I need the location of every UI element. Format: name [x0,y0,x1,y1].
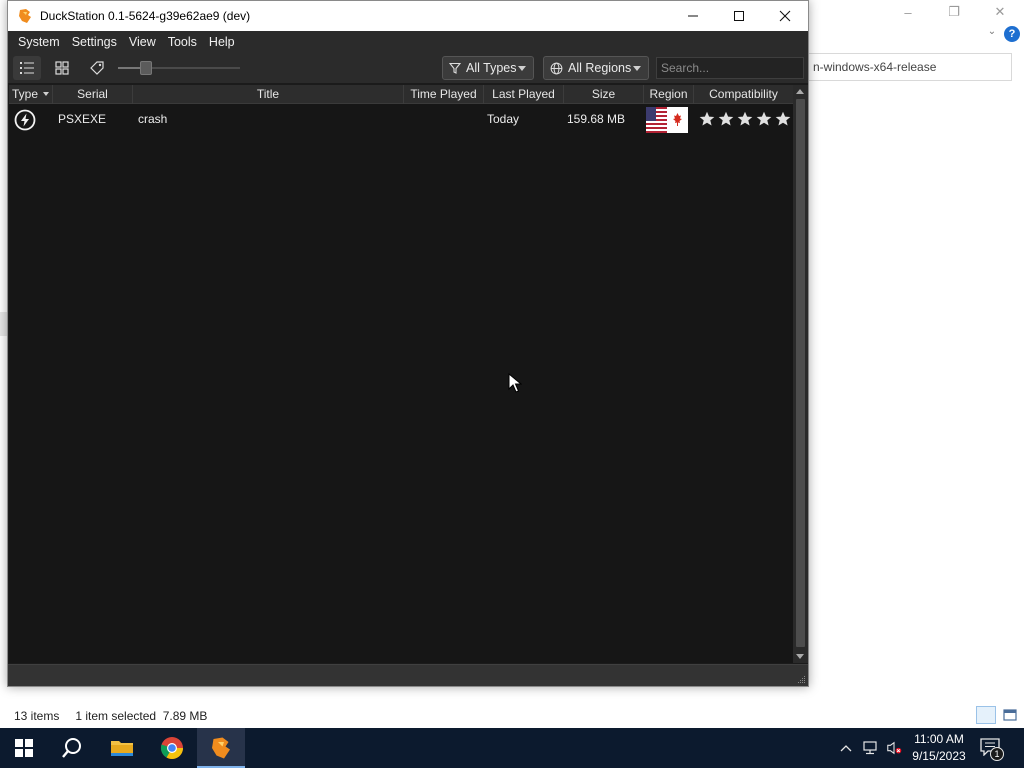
vertical-scrollbar[interactable] [793,85,808,663]
type-filter-select[interactable]: All Types [442,56,534,80]
table-header: Type Serial Title Time Played Last Playe… [9,85,793,104]
compatibility-rating [699,111,791,127]
details-view-button[interactable] [976,706,996,724]
row-serial: PSXEXE [58,112,107,126]
title-bar[interactable]: DuckStation 0.1-5624-g39e62ae9 (dev) [8,1,808,31]
clock-date: 9/15/2023 [912,749,966,763]
chevron-down-icon[interactable]: ⌄ [985,26,999,40]
column-header-size[interactable]: Size [564,85,644,104]
selection-info: 1 item selected 7.89 MB [75,709,208,723]
region-filter-value: All Regions [568,61,632,75]
network-icon[interactable] [862,740,878,756]
filter-icon [449,62,461,74]
grid-icon [55,61,69,75]
lightning-icon [14,109,36,131]
chevron-down-icon [633,66,641,71]
menu-tools[interactable]: Tools [162,31,203,53]
clock-time: 11:00 AM [914,732,964,746]
chrome-taskbar-button[interactable] [148,728,196,768]
zoom-slider-handle[interactable] [140,61,152,75]
search-button[interactable] [48,728,96,768]
star-icon [737,111,753,126]
bg-status-bar: 13 items 1 item selected 7.89 MB [0,704,1024,728]
list-view-button[interactable] [13,56,41,80]
grid-view-button[interactable] [48,56,76,80]
menu-help[interactable]: Help [203,31,241,53]
toolbar: All Types All Regions [8,53,808,83]
taskbar: 11:00 AM 9/15/2023 1 [0,728,1024,768]
view-toggle-group [976,706,1020,724]
star-icon [775,111,791,126]
column-header-title[interactable]: Title [133,85,404,104]
minimize-button[interactable] [670,1,716,31]
column-header-type[interactable]: Type [9,85,53,104]
globe-icon [550,62,563,74]
close-button[interactable] [762,1,808,31]
status-bar [8,664,808,686]
table-row[interactable]: PSXEXE crash Today 159.68 MB [9,105,793,133]
type-filter-value: All Types [466,61,517,75]
scroll-up-icon[interactable] [796,89,804,94]
window-title: DuckStation 0.1-5624-g39e62ae9 (dev) [40,9,251,23]
bg-close-button[interactable]: ✕ [977,0,1023,24]
menu-view[interactable]: View [123,31,162,53]
chrome-icon [160,737,183,759]
start-button[interactable] [0,728,48,768]
sort-down-icon [43,92,49,96]
column-header-serial[interactable]: Serial [53,85,133,104]
bg-minimize-button[interactable]: – [885,0,931,24]
duckstation-window: DuckStation 0.1-5624-g39e62ae9 (dev) Sys… [7,0,809,687]
search-icon [62,738,81,758]
notification-count-badge: 1 [990,747,1004,761]
large-icons-view-button[interactable] [1000,706,1020,724]
duckstation-taskbar-button[interactable] [197,728,245,768]
file-explorer-taskbar-button[interactable] [98,728,146,768]
duckstation-logo-icon [17,8,33,24]
tag-icon [90,61,104,75]
row-size: 159.68 MB [567,112,626,126]
star-icon [718,111,734,126]
chevron-down-icon [518,66,526,71]
region-filter-select[interactable]: All Regions [543,56,649,80]
help-icon[interactable]: ? [1004,26,1020,42]
column-header-region[interactable]: Region [644,85,694,104]
us-canada-flag-icon [646,107,688,133]
search-input[interactable] [656,57,804,79]
scrollbar-thumb[interactable] [796,99,805,647]
star-icon [756,111,772,126]
volume-muted-icon[interactable] [886,740,902,756]
zoom-slider[interactable] [118,61,240,75]
menu-bar: System Settings View Tools Help [8,31,808,53]
bg-restore-button[interactable]: ❐ [931,0,977,24]
windows-logo-icon [15,739,33,757]
scroll-down-icon[interactable] [796,654,804,659]
menu-settings[interactable]: Settings [66,31,123,53]
menu-system[interactable]: System [12,31,66,53]
game-list-table: Type Serial Title Time Played Last Playe… [9,85,793,663]
item-count: 13 items [14,709,60,723]
column-header-compatibility[interactable]: Compatibility [694,85,793,104]
show-hidden-icons-chevron-icon[interactable] [838,740,854,756]
star-icon [699,111,715,126]
bg-address-bar[interactable]: n-windows-x64-release [808,53,1012,81]
column-header-time-played[interactable]: Time Played [404,85,484,104]
column-header-last-played[interactable]: Last Played [484,85,564,104]
mouse-cursor-icon [508,373,522,393]
folder-icon [111,741,133,756]
maximize-button[interactable] [716,1,762,31]
list-icon [20,62,34,74]
resize-grip-icon[interactable] [796,674,806,684]
row-title: crash [138,112,168,126]
system-clock[interactable]: 11:00 AM 9/15/2023 [908,731,970,765]
show-titles-button[interactable] [83,56,111,80]
duckstation-logo-icon [212,737,230,759]
row-last-played: Today [487,112,520,126]
